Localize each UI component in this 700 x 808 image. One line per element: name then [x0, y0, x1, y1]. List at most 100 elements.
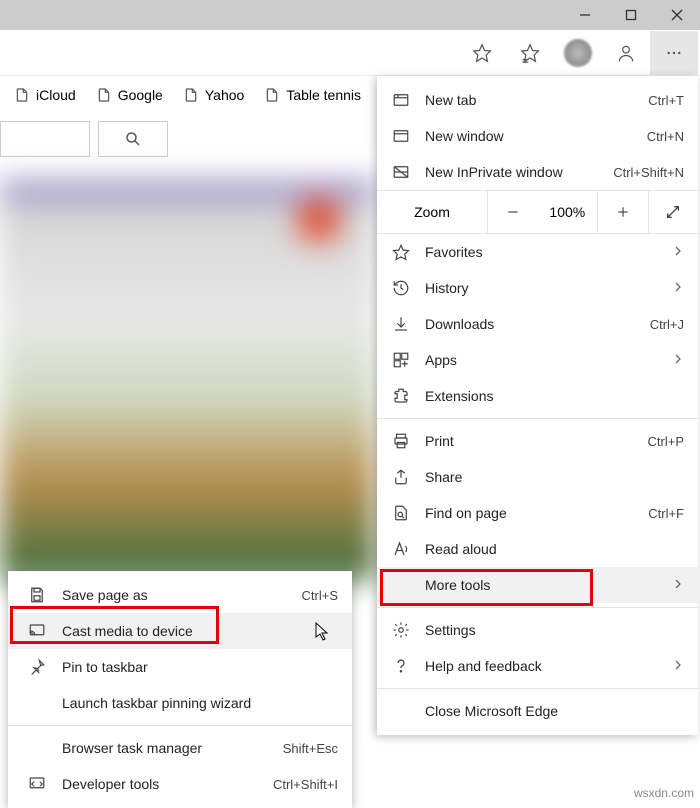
menu-shortcut: Ctrl+F: [648, 506, 684, 521]
menu-extensions[interactable]: Extensions: [377, 378, 698, 414]
favorites-list-icon[interactable]: [506, 31, 554, 75]
menu-more-tools[interactable]: More tools: [377, 567, 698, 603]
menu-shortcut: Ctrl+Shift+N: [613, 165, 684, 180]
bookmark-label: Table tennis: [286, 87, 361, 103]
zoom-in-button[interactable]: [597, 191, 647, 233]
menu-label: More tools: [425, 577, 658, 593]
zoom-out-button[interactable]: [487, 191, 537, 233]
menu-label: Close Microsoft Edge: [425, 703, 684, 719]
zoom-value: 100%: [537, 204, 597, 220]
close-button[interactable]: [654, 0, 700, 30]
menu-shortcut: Ctrl+S: [302, 588, 338, 603]
menu-label: Print: [425, 433, 634, 449]
read-aloud-icon: [391, 540, 411, 558]
menu-read-aloud[interactable]: Read aloud: [377, 531, 698, 567]
menu-label: New tab: [425, 92, 634, 108]
menu-label: Share: [425, 469, 684, 485]
main-menu: New tab Ctrl+T New window Ctrl+N New InP…: [377, 76, 698, 735]
bookmark-icloud[interactable]: iCloud: [8, 83, 82, 107]
menu-close-edge[interactable]: Close Microsoft Edge: [377, 693, 698, 729]
menu-shortcut: Ctrl+T: [648, 93, 684, 108]
browser-toolbar: [0, 30, 700, 76]
chevron-right-icon: [672, 577, 684, 593]
more-menu-button[interactable]: [650, 31, 698, 75]
menu-label: Help and feedback: [425, 658, 658, 674]
menu-label: Favorites: [425, 244, 658, 260]
chevron-right-icon: [672, 280, 684, 296]
chevron-right-icon: [672, 352, 684, 368]
menu-shortcut: Shift+Esc: [283, 741, 338, 756]
menu-label: Cast media to device: [62, 623, 338, 639]
profile-icon[interactable]: [602, 31, 650, 75]
gear-icon: [391, 621, 411, 639]
bookmark-label: Yahoo: [205, 87, 244, 103]
star-icon: [391, 243, 411, 261]
menu-help[interactable]: Help and feedback: [377, 648, 698, 684]
menu-label: New window: [425, 128, 633, 144]
dev-tools-icon: [26, 775, 48, 793]
menu-favorites[interactable]: Favorites: [377, 234, 698, 270]
find-icon: [391, 504, 411, 522]
menu-history[interactable]: History: [377, 270, 698, 306]
minimize-button[interactable]: [562, 0, 608, 30]
menu-shortcut: Ctrl+J: [650, 317, 684, 332]
chevron-right-icon: [672, 244, 684, 260]
menu-label: Downloads: [425, 316, 636, 332]
menu-label: Extensions: [425, 388, 684, 404]
menu-new-tab[interactable]: New tab Ctrl+T: [377, 82, 698, 118]
menu-label: Apps: [425, 352, 658, 368]
menu-label: History: [425, 280, 658, 296]
favorite-star-icon[interactable]: [458, 31, 506, 75]
page-content-blurred: [0, 180, 375, 580]
menu-label: Pin to taskbar: [62, 659, 338, 675]
submenu-save-page-as[interactable]: Save page as Ctrl+S: [8, 577, 352, 613]
menu-shortcut: Ctrl+P: [648, 434, 684, 449]
submenu-developer-tools[interactable]: Developer tools Ctrl+Shift+I: [8, 766, 352, 802]
bookmark-table-tennis[interactable]: Table tennis: [258, 83, 367, 107]
menu-shortcut: Ctrl+Shift+I: [273, 777, 338, 792]
chevron-right-icon: [672, 658, 684, 674]
search-input[interactable]: [0, 121, 90, 157]
menu-label: Developer tools: [62, 776, 259, 792]
zoom-label: Zoom: [377, 204, 487, 220]
maximize-button[interactable]: [608, 0, 654, 30]
menu-label: New InPrivate window: [425, 164, 599, 180]
menu-new-inprivate[interactable]: New InPrivate window Ctrl+Shift+N: [377, 154, 698, 190]
menu-downloads[interactable]: Downloads Ctrl+J: [377, 306, 698, 342]
menu-label: Find on page: [425, 505, 634, 521]
menu-separator: [377, 418, 698, 419]
menu-share[interactable]: Share: [377, 459, 698, 495]
menu-find-on-page[interactable]: Find on page Ctrl+F: [377, 495, 698, 531]
submenu-task-manager[interactable]: Browser task manager Shift+Esc: [8, 730, 352, 766]
new-window-icon: [391, 127, 411, 145]
download-icon: [391, 315, 411, 333]
menu-label: Launch taskbar pinning wizard: [62, 695, 338, 711]
menu-settings[interactable]: Settings: [377, 612, 698, 648]
bookmark-label: Google: [118, 87, 163, 103]
bookmark-yahoo[interactable]: Yahoo: [177, 83, 250, 107]
profile-avatar[interactable]: [554, 31, 602, 75]
menu-print[interactable]: Print Ctrl+P: [377, 423, 698, 459]
extensions-icon: [391, 387, 411, 405]
menu-label: Save page as: [62, 587, 288, 603]
apps-icon: [391, 351, 411, 369]
new-tab-icon: [391, 91, 411, 109]
watermark: wsxdn.com: [634, 786, 694, 800]
search-button[interactable]: [98, 121, 168, 157]
menu-apps[interactable]: Apps: [377, 342, 698, 378]
bookmark-label: iCloud: [36, 87, 76, 103]
pin-icon: [26, 658, 48, 676]
fullscreen-button[interactable]: [648, 191, 698, 233]
help-icon: [391, 657, 411, 675]
submenu-launch-pinning-wizard[interactable]: Launch taskbar pinning wizard: [8, 685, 352, 721]
bookmark-google[interactable]: Google: [90, 83, 169, 107]
menu-separator: [8, 725, 352, 726]
submenu-cast-media[interactable]: Cast media to device: [8, 613, 352, 649]
menu-zoom-row: Zoom 100%: [377, 190, 698, 234]
menu-separator: [377, 607, 698, 608]
inprivate-icon: [391, 163, 411, 181]
menu-new-window[interactable]: New window Ctrl+N: [377, 118, 698, 154]
history-icon: [391, 279, 411, 297]
submenu-pin-taskbar[interactable]: Pin to taskbar: [8, 649, 352, 685]
menu-separator: [377, 688, 698, 689]
